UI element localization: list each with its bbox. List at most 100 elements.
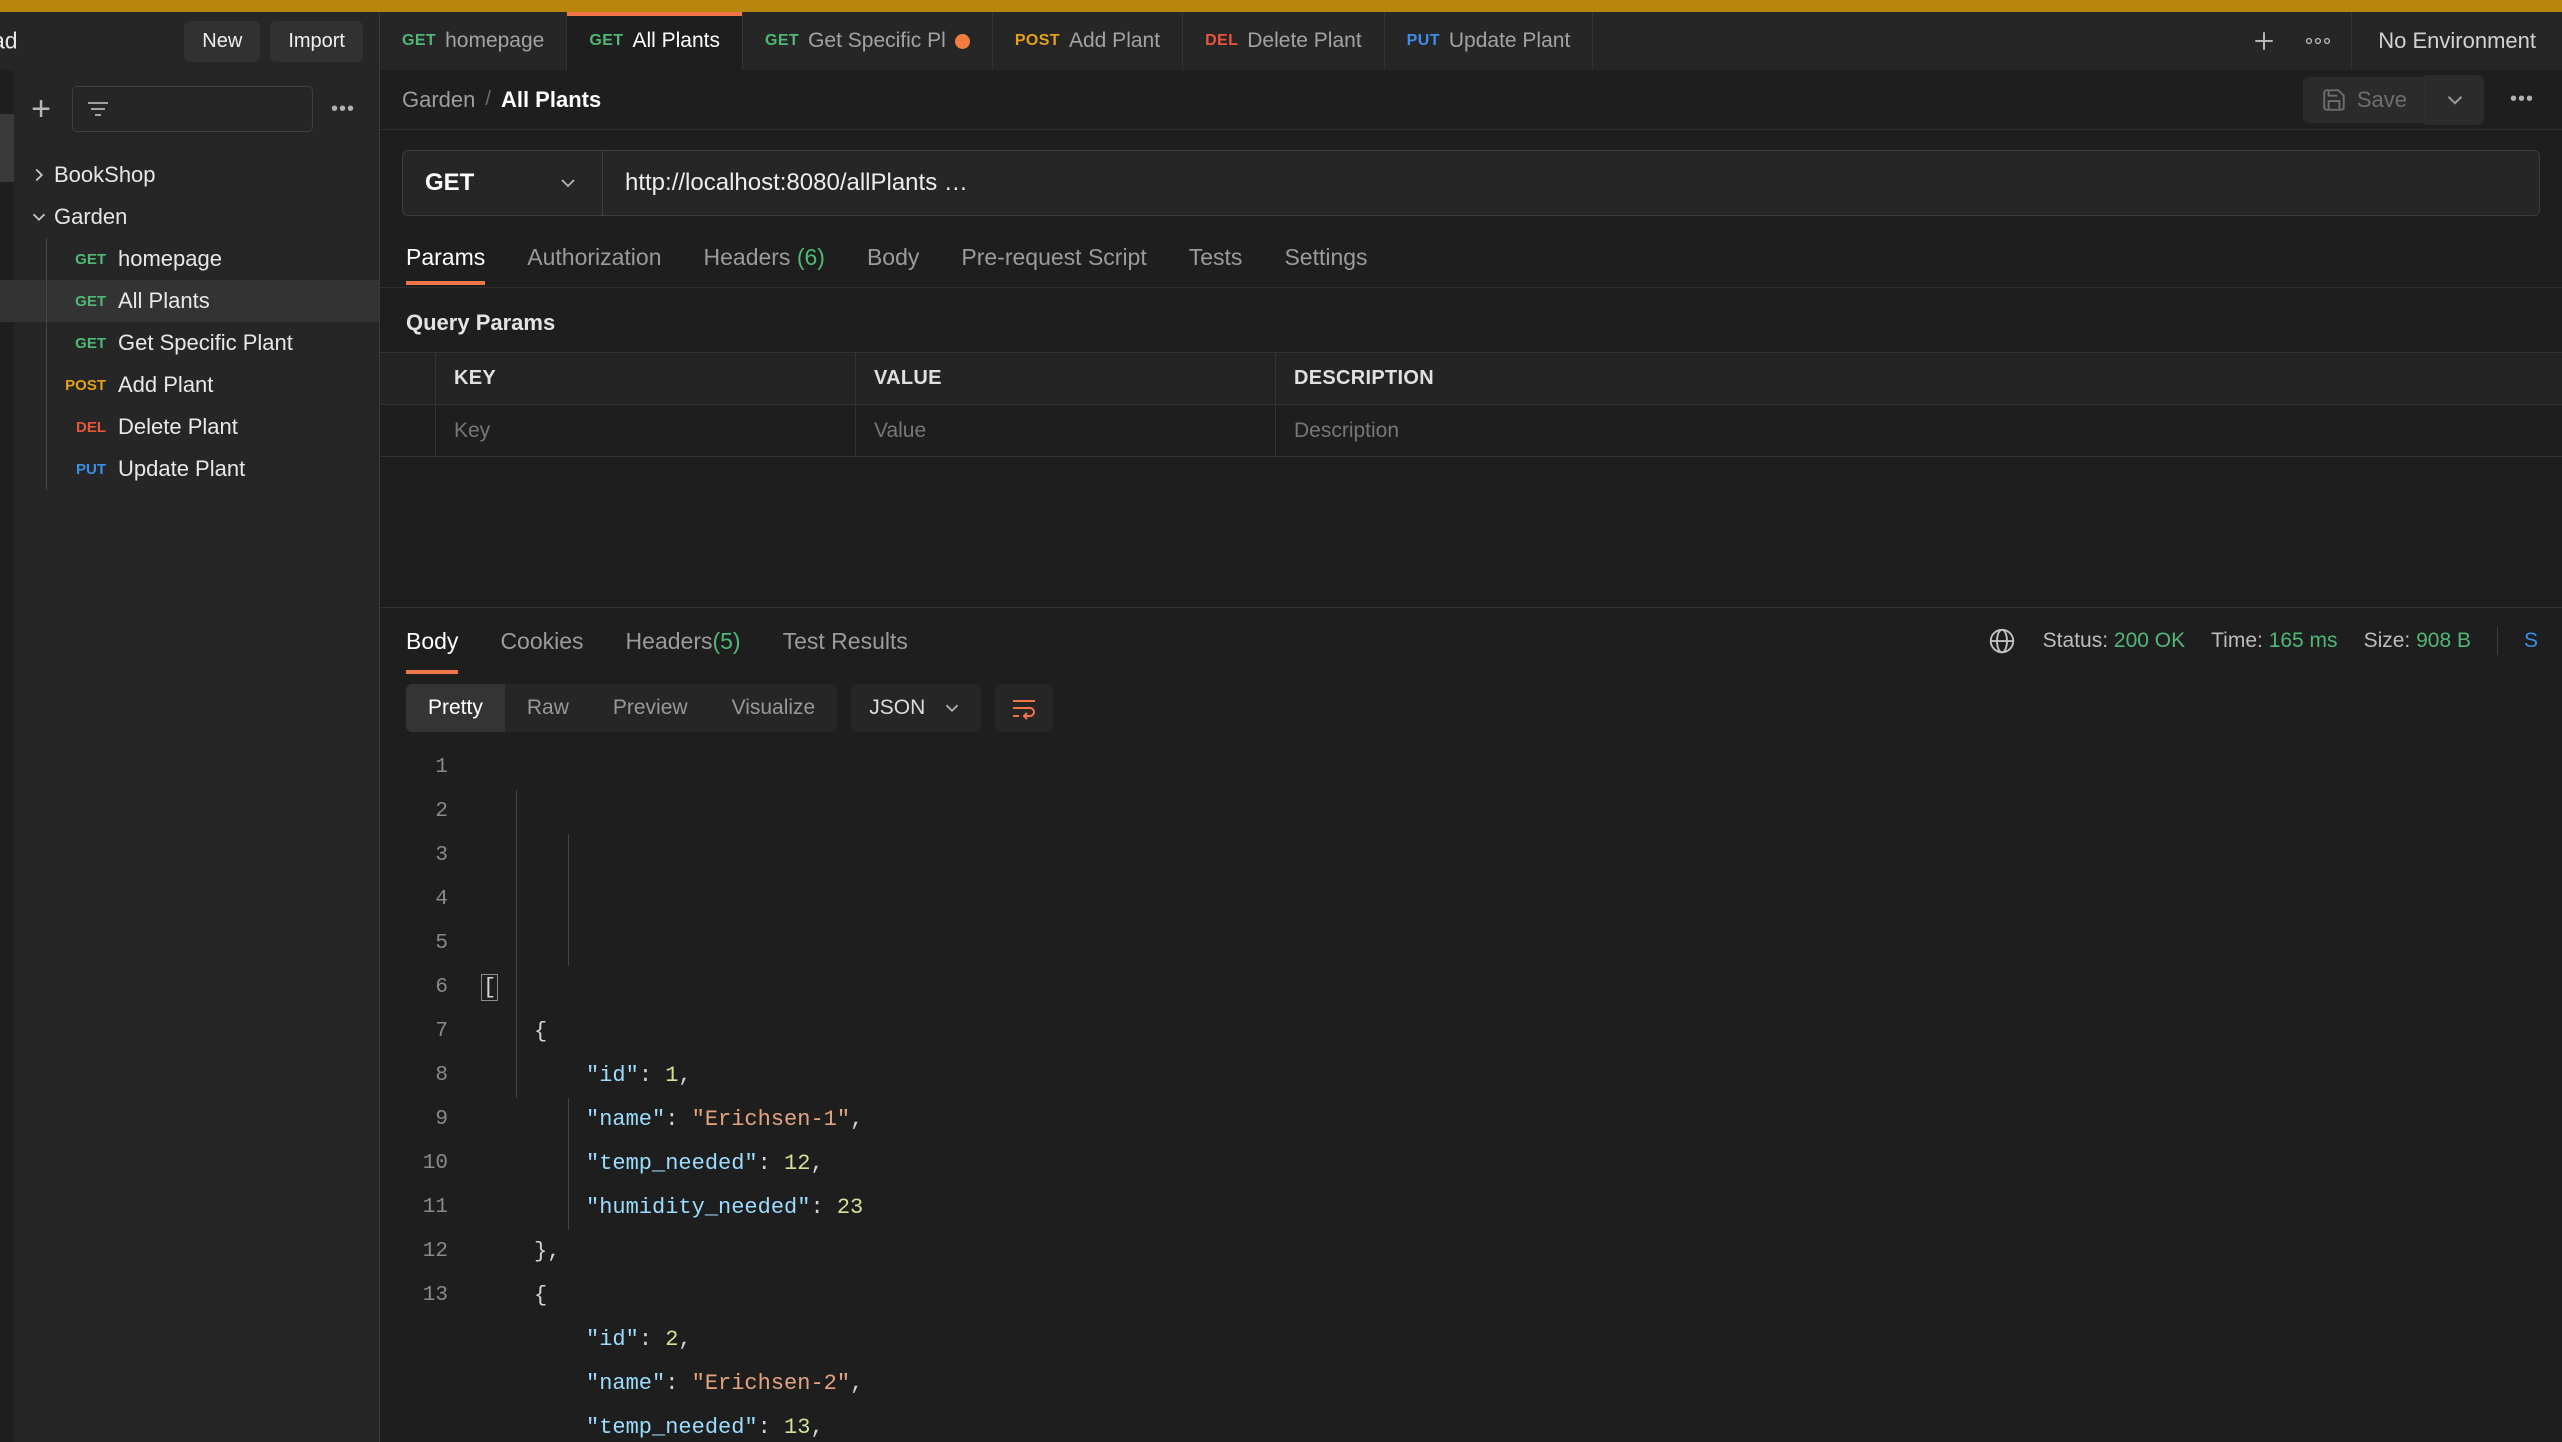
view-mode-raw[interactable]: Raw bbox=[505, 684, 591, 732]
sidebar-request-name: All Plants bbox=[118, 288, 210, 313]
response-tab-test-results[interactable]: Test Results bbox=[783, 608, 908, 674]
query-params-table: KEY VALUE DESCRIPTION Key Value Descript… bbox=[380, 352, 2562, 457]
new-tab-icon[interactable] bbox=[2237, 14, 2291, 68]
header-description: DESCRIPTION bbox=[1294, 367, 1434, 389]
sidebar-method-label: DEL bbox=[76, 418, 106, 436]
main-body: + ••• BookShop Garden GET homepage GET All Pl… bbox=[0, 70, 2562, 1442]
breadcrumb-collection[interactable]: Garden bbox=[402, 87, 475, 113]
request-more-icon[interactable]: ••• bbox=[2506, 88, 2538, 111]
request-tab-label: Tests bbox=[1188, 244, 1243, 270]
response-tab-count: (5) bbox=[712, 627, 741, 654]
environment-selector[interactable]: No Environment bbox=[2352, 12, 2562, 70]
view-mode-preview[interactable]: Preview bbox=[591, 684, 710, 732]
tab-title: Add Plant bbox=[1068, 29, 1161, 52]
request-tab-pre-request-script[interactable]: Pre-request Script bbox=[961, 244, 1146, 285]
method-selector[interactable]: GET bbox=[403, 151, 603, 215]
request-tab-homepage[interactable]: GET homepage bbox=[380, 12, 568, 70]
tab-title: homepage bbox=[445, 29, 545, 52]
import-button[interactable]: Import bbox=[270, 20, 363, 62]
request-tab-add-plant[interactable]: POST Add Plant bbox=[992, 12, 1184, 70]
sidebar-request-add-plant[interactable]: POST Add Plant bbox=[0, 364, 379, 406]
line-number: 1 bbox=[435, 756, 448, 779]
code-line: }, bbox=[482, 1230, 2562, 1274]
tab-bar: ad New Import GEThomepageGETAll PlantsGE… bbox=[0, 12, 2562, 70]
response-format-selector[interactable]: JSON bbox=[851, 684, 982, 732]
chevron-down-icon[interactable] bbox=[24, 206, 54, 228]
code-line: "name": "Erichsen-2", bbox=[482, 1362, 2562, 1406]
row-checkbox[interactable] bbox=[380, 405, 436, 456]
save-response-link[interactable]: S bbox=[2524, 629, 2538, 653]
url-input[interactable] bbox=[603, 151, 2539, 215]
sidebar-more-icon[interactable]: ••• bbox=[327, 98, 359, 121]
request-tab-settings[interactable]: Settings bbox=[1284, 244, 1367, 285]
row-value-input[interactable]: Value bbox=[856, 405, 1276, 456]
time-group: Time: 165 ms bbox=[2211, 629, 2337, 653]
status-label: Status: bbox=[2042, 629, 2109, 652]
response-body-viewer[interactable]: 1 2 3 4 5 6 7 8 9 10 11 12 13 [{"id": 1, "name": "Eri… bbox=[380, 746, 2562, 1442]
header-key: KEY bbox=[436, 353, 856, 404]
request-tab-label: Pre-request Script bbox=[961, 244, 1147, 270]
collection-bookshop[interactable]: BookShop bbox=[0, 154, 379, 196]
request-tab-body[interactable]: Body bbox=[867, 244, 919, 285]
view-mode-pretty[interactable]: Pretty bbox=[406, 684, 505, 732]
code-token: , bbox=[850, 1371, 864, 1396]
code-token: "Erichsen-2" bbox=[691, 1371, 851, 1396]
sidebar-request-name: Delete Plant bbox=[118, 414, 238, 439]
row-key-input[interactable]: Key bbox=[436, 405, 856, 456]
request-tab-params[interactable]: Params bbox=[406, 244, 486, 285]
word-wrap-button[interactable] bbox=[995, 684, 1054, 732]
sidebar-method-label: GET bbox=[75, 292, 106, 310]
response-tab-strip: Body Cookies Headers (5) Test Results bbox=[406, 608, 908, 674]
add-collection-icon[interactable]: + bbox=[24, 92, 58, 126]
header-value: VALUE bbox=[856, 353, 1276, 404]
code-token: , bbox=[850, 1107, 864, 1132]
sidebar-request-all-plants[interactable]: GET All Plants bbox=[0, 280, 379, 322]
sidebar-request-get-specific-plant[interactable]: GET Get Specific Plant bbox=[0, 322, 379, 364]
sidebar-request-update-plant[interactable]: PUT Update Plant bbox=[0, 448, 379, 490]
sidebar-request-delete-plant[interactable]: DEL Delete Plant bbox=[0, 406, 379, 448]
code-token: : bbox=[638, 1063, 666, 1088]
request-tab-tests[interactable]: Tests bbox=[1189, 244, 1243, 285]
request-tab-authorization[interactable]: Authorization bbox=[527, 244, 661, 285]
code-token: : bbox=[665, 1107, 692, 1132]
request-tab-update-plant[interactable]: PUT Update Plant bbox=[1384, 12, 1594, 70]
request-tab-all-plants[interactable]: GET All Plants bbox=[567, 12, 743, 70]
save-options-caret[interactable] bbox=[2424, 74, 2484, 125]
code-token: 2 bbox=[665, 1327, 679, 1352]
time-value: 165 ms bbox=[2268, 629, 2338, 652]
response-tab-body[interactable]: Body bbox=[406, 608, 459, 674]
code-token: , bbox=[810, 1415, 824, 1440]
line-number: 6 bbox=[435, 976, 448, 999]
table-row[interactable]: Key Value Description bbox=[380, 405, 2562, 457]
new-button[interactable]: New bbox=[184, 20, 261, 62]
workspace-actions: ad New Import bbox=[0, 12, 380, 70]
view-mode-visualize[interactable]: Visualize bbox=[710, 684, 838, 732]
request-tab-headers[interactable]: Headers (6) bbox=[704, 244, 825, 285]
json-code[interactable]: [{"id": 1, "name": "Erichsen-1", "temp_nee… bbox=[464, 746, 2562, 1442]
request-section-tabs: Params Authorization Headers (6) Body Pre-re… bbox=[380, 216, 2562, 288]
tab-more-icon[interactable] bbox=[2291, 14, 2345, 68]
response-tab-label: Body bbox=[406, 627, 459, 654]
code-token: "id" bbox=[586, 1063, 639, 1088]
save-request-button[interactable]: Save bbox=[2302, 76, 2425, 123]
query-params-title: Query Params bbox=[406, 310, 556, 335]
sidebar-filter-input[interactable] bbox=[72, 86, 313, 132]
table-header-row: KEY VALUE DESCRIPTION bbox=[380, 353, 2562, 405]
indent-guide bbox=[568, 834, 569, 966]
row-description-input[interactable]: Description bbox=[1276, 405, 2562, 456]
response-tab-headers[interactable]: Headers (5) bbox=[626, 608, 741, 674]
chevron-right-icon[interactable] bbox=[24, 164, 54, 186]
request-tab-count: (6) bbox=[796, 244, 825, 270]
line-number-gutter: 1 2 3 4 5 6 7 8 9 10 11 12 13 bbox=[406, 746, 464, 1442]
code-token: "temp_needed" bbox=[586, 1151, 758, 1176]
request-tab-get-specific-pl[interactable]: GET Get Specific Pl bbox=[742, 12, 993, 70]
line-number: 10 bbox=[422, 1152, 448, 1175]
response-tab-cookies[interactable]: Cookies bbox=[500, 608, 583, 674]
code-token: 23 bbox=[836, 1195, 864, 1220]
tab-method-label: GET bbox=[764, 32, 800, 49]
collection-garden[interactable]: Garden bbox=[0, 196, 379, 238]
request-tab-delete-plant[interactable]: DEL Delete Plant bbox=[1183, 12, 1385, 70]
tab-title: All Plants bbox=[632, 29, 720, 52]
request-tab-strip: GET homepage GET All Plants GET Get Specific … bbox=[380, 12, 2231, 70]
sidebar-request-homepage[interactable]: GET homepage bbox=[0, 238, 379, 280]
